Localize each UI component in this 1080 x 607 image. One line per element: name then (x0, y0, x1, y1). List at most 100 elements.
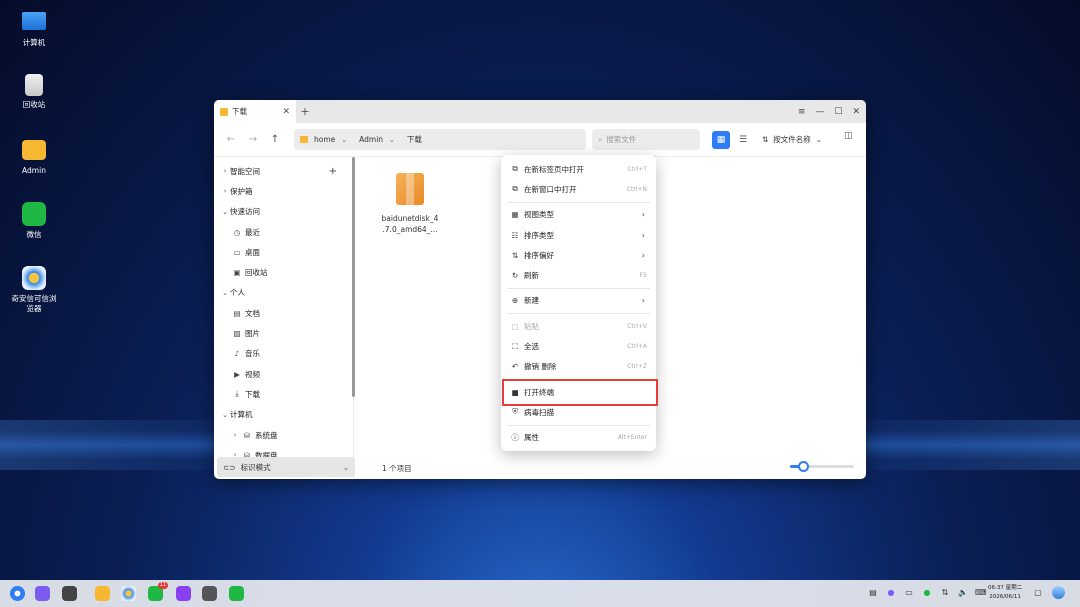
wechat-icon[interactable] (229, 586, 244, 601)
wechat-tray-icon[interactable]: ● (922, 588, 932, 598)
menu-item-undo-delete[interactable]: ↶ 撤销 删除 Ctrl+Z (501, 357, 656, 377)
sidebar-item-label: 最近 (245, 227, 260, 237)
up-icon[interactable]: ↑ (264, 134, 286, 145)
menu-item-paste[interactable]: ▢ 粘贴 Ctrl+V (501, 316, 656, 336)
disk-icon: ⛁ (243, 430, 251, 440)
search-input[interactable]: ⌕ 搜索文件 (592, 129, 700, 150)
sidebar-item-music[interactable]: ♪ 音乐 (214, 344, 353, 364)
chevron-down-icon[interactable]: ⌄ (341, 136, 347, 144)
sidebar-item-pictures[interactable]: ▨ 图片 (214, 323, 353, 343)
sort-label: 按文件名称 (773, 135, 811, 144)
back-icon[interactable]: ← (220, 134, 242, 145)
sidebar-item-quick-access[interactable]: ⌄ 快速访问 (214, 202, 353, 222)
menu-item-select-all[interactable]: ⛶ 全选 Ctrl+A (501, 336, 656, 356)
sidebar-item-videos[interactable]: ▶ 视频 (214, 364, 353, 384)
sidebar-item-personal[interactable]: ⌄ 个人 (214, 283, 353, 303)
launcher-icon[interactable] (10, 586, 25, 601)
list-view-button[interactable]: ☰ (734, 131, 752, 149)
chevron-down-icon[interactable]: ⌄ (389, 136, 395, 144)
clock-icon: ◷ (233, 227, 241, 237)
desktop-icon-computer[interactable]: 计算机 (8, 6, 60, 70)
sidebar-item-downloads[interactable]: ⤓ 下载 (214, 384, 353, 404)
zoom-slider-knob[interactable] (797, 461, 809, 472)
breadcrumb-item[interactable]: Admin (359, 135, 383, 144)
sort-button[interactable]: ⇅ 按文件名称 ⌄ (762, 129, 822, 150)
menu-item-sort-preference[interactable]: ⇅ 排序偏好 › (501, 245, 656, 265)
menu-item-label: 撤销 删除 (524, 362, 557, 372)
network-icon[interactable]: ⇅ (940, 588, 950, 598)
new-tab-button[interactable]: + (296, 105, 314, 118)
user-avatar[interactable] (1052, 586, 1065, 599)
sidebar-item-computer[interactable]: ⌄ 计算机 (214, 405, 353, 425)
menu-item-label: 新建 (524, 296, 539, 306)
chevron-down-icon[interactable]: ⌄ (220, 208, 230, 216)
menu-item-label: 在新窗口中打开 (524, 184, 577, 194)
desktop-icon-admin[interactable]: Admin (8, 134, 60, 198)
close-window-icon[interactable]: ✕ (852, 107, 860, 117)
menu-item-label: 排序偏好 (524, 250, 554, 260)
monitor-tray-icon[interactable]: ▭ (904, 588, 914, 598)
sidebar-scrollbar[interactable] (352, 157, 355, 397)
close-icon[interactable]: ✕ (282, 107, 290, 117)
menu-item-properties[interactable]: ⓘ 属性 Alt+Enter (501, 428, 656, 448)
add-icon[interactable]: + (329, 166, 337, 177)
chevron-right-icon[interactable]: › (230, 431, 240, 439)
menu-item-view-type[interactable]: ▦ 视图类型 › (501, 205, 656, 225)
menu-item-open-new-window[interactable]: ⧉ 在新窗口中打开 Ctrl+N (501, 179, 656, 199)
menu-item-refresh[interactable]: ↻ 刷新 F5 (501, 265, 656, 285)
image-icon: ▨ (233, 329, 241, 339)
tab-downloads[interactable]: 下载 ✕ (214, 100, 296, 123)
clock[interactable]: 06:37 星期二 2026/06/11 (988, 584, 1022, 602)
menu-item-new[interactable]: ⊕ 新建 › (501, 291, 656, 311)
sidebar-item-documents[interactable]: ▤ 文档 (214, 303, 353, 323)
menu-item-label: 视图类型 (524, 210, 554, 220)
chevron-right-icon[interactable]: › (220, 187, 230, 195)
sidebar-item-smart-space[interactable]: › 智能空间 + (214, 161, 353, 181)
zoom-slider[interactable] (790, 461, 854, 472)
chevron-right-icon[interactable]: › (220, 167, 230, 175)
sidebar-item-vault[interactable]: › 保护箱 (214, 181, 353, 201)
keyboard-icon[interactable]: ⌨ (975, 588, 987, 598)
clipboard-icon[interactable]: ▤ (868, 588, 878, 598)
volume-icon[interactable]: 🔈 (958, 588, 968, 598)
desktop-icon-trash[interactable]: 回收站 (8, 70, 60, 134)
minimize-icon[interactable]: — (815, 107, 824, 117)
grid-icon: ▦ (716, 135, 726, 145)
camera-icon[interactable] (202, 586, 217, 601)
file-item[interactable]: baidunetdisk_4 .7.0_amd64_... (382, 173, 438, 235)
desktop-icon-wechat[interactable]: 微信 (8, 198, 60, 262)
maximize-icon[interactable]: ☐ (834, 107, 842, 117)
sidebar-item-system-disk[interactable]: › ⛁ 系统盘 (214, 425, 353, 445)
sidebar-item-label: 视频 (245, 369, 260, 379)
menu-item-sort-type[interactable]: ☷ 排序类型 › (501, 225, 656, 245)
search-app-icon[interactable] (35, 586, 50, 601)
notification-icon[interactable]: ▢ (1033, 588, 1043, 598)
desktop-icon-label: 微信 (26, 230, 42, 239)
browser-icon[interactable] (121, 586, 136, 601)
sidebar-item-label: 下载 (245, 389, 260, 399)
chevron-down-icon[interactable]: ⌄ (220, 289, 230, 297)
menu-item-open-new-tab[interactable]: ⧉ 在新标签页中打开 Ctrl+T (501, 159, 656, 179)
app-tray-icon[interactable]: ● (886, 588, 896, 598)
breadcrumb-item[interactable]: 下载 (407, 134, 422, 145)
menu-icon[interactable]: ≡ (798, 107, 806, 117)
sidebar-item-recent[interactable]: ◷ 最近 (214, 222, 353, 242)
wechat-icon (22, 202, 46, 226)
breadcrumb-item[interactable]: home (314, 135, 335, 144)
media-icon[interactable] (176, 586, 191, 601)
desktop-icon-browser[interactable]: 奇安信可信浏览器 (8, 262, 60, 334)
chevron-down-icon[interactable]: ⌄ (220, 411, 230, 419)
icon-view-button[interactable]: ▦ (712, 131, 730, 149)
mode-selector[interactable]: ⊂⊃ 标识模式 ⌄ (217, 457, 355, 477)
menu-separator (507, 424, 650, 426)
multitask-icon[interactable] (62, 586, 77, 601)
app-store-icon[interactable]: 11 (148, 582, 168, 601)
info-icon: ⓘ (511, 433, 519, 443)
forward-icon[interactable]: → (242, 134, 264, 145)
detail-panel-icon[interactable]: ◫ (844, 131, 858, 145)
sidebar-item-trash[interactable]: ▣ 回收站 (214, 262, 353, 282)
desktop-icon-label: 回收站 (22, 100, 46, 109)
sidebar-item-label: 保护箱 (230, 186, 253, 196)
sidebar-item-desktop[interactable]: ▭ 桌面 (214, 242, 353, 262)
file-manager-icon[interactable] (95, 586, 110, 601)
